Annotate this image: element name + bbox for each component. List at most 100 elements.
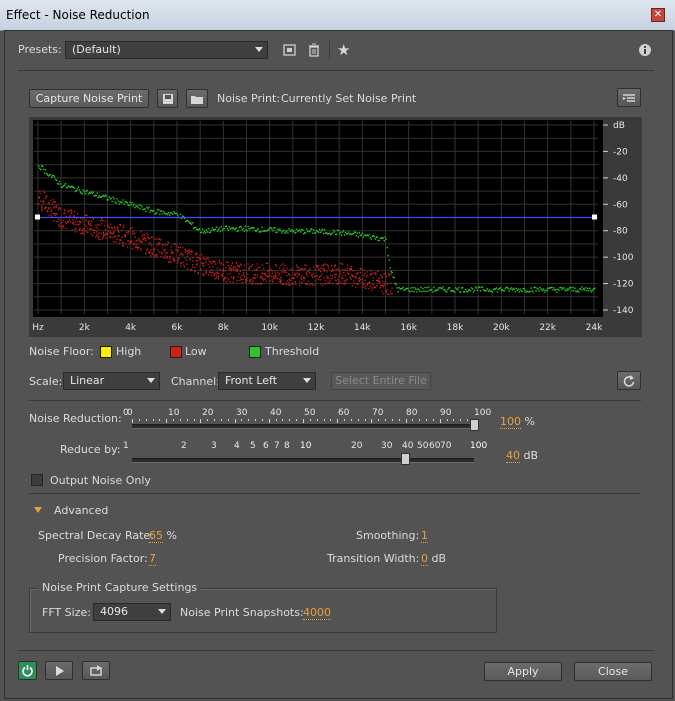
low-point (107, 225, 110, 227)
tick-mark (323, 419, 325, 421)
low-point (207, 257, 209, 259)
play-icon[interactable] (45, 661, 73, 680)
threshold-point (456, 289, 459, 291)
tick-mark (132, 419, 133, 423)
low-point (149, 238, 151, 240)
spectral-decay-value[interactable]: 65 (149, 529, 163, 543)
save-preset-icon[interactable] (282, 42, 298, 58)
threshold-point (358, 232, 361, 234)
threshold-point (44, 169, 47, 171)
noise-reduction-tick: 100 (474, 408, 492, 418)
threshold-point (63, 184, 66, 186)
threshold-point (38, 167, 41, 169)
reduce-by-unit: dB (523, 449, 539, 462)
noise-reduction-track[interactable] (132, 424, 474, 429)
low-point (106, 232, 108, 234)
presets-dropdown[interactable]: (Default) (65, 41, 268, 59)
threshold-point (42, 168, 45, 171)
low-point (389, 274, 391, 276)
spectral-decay-group[interactable]: 65 % (149, 529, 177, 543)
threshold-point (130, 204, 132, 206)
threshold-point (461, 286, 464, 289)
window-close-button[interactable]: ✕ (651, 8, 665, 22)
favorite-star-icon[interactable]: ★ (337, 41, 355, 59)
fft-size-value: 4096 (100, 605, 128, 618)
capture-noise-print-button[interactable]: Capture Noise Print (29, 89, 149, 108)
noise-reduction-value[interactable]: 100 (500, 415, 521, 429)
low-point (240, 264, 243, 266)
fft-size-dropdown[interactable]: 4096 (93, 603, 171, 621)
reduce-by-thumb[interactable] (401, 453, 410, 465)
low-point (47, 208, 50, 210)
low-point (135, 244, 137, 246)
graph-menu-icon[interactable] (617, 88, 641, 107)
info-icon[interactable] (638, 43, 652, 57)
reduce-by-tick: 50 (417, 441, 429, 451)
low-point (46, 196, 48, 198)
advanced-expand-icon[interactable] (34, 507, 42, 513)
snapshots-group[interactable]: 4000 (303, 606, 331, 620)
low-point (341, 275, 343, 277)
low-point (39, 200, 42, 202)
low-point (295, 283, 297, 285)
low-point (282, 283, 284, 286)
power-icon[interactable] (18, 661, 37, 680)
low-point (86, 227, 89, 230)
threshold-point (590, 289, 592, 292)
smoothing-value[interactable]: 1 (421, 529, 428, 543)
transition-width-group[interactable]: 0 dB (421, 552, 446, 566)
threshold-point (128, 204, 130, 206)
transition-width-value[interactable]: 0 (421, 552, 428, 566)
save-noise-print-icon[interactable] (157, 89, 178, 108)
y-tick-label: -140 (613, 306, 634, 316)
threshold-point (464, 288, 467, 291)
close-button[interactable]: Close (574, 662, 652, 681)
threshold-point (78, 189, 81, 191)
threshold-point (584, 289, 586, 291)
reduce-by-value[interactable]: 40 (506, 449, 520, 463)
threshold-point (57, 183, 60, 185)
reduce-by-value-group[interactable]: 40 dB (506, 449, 539, 463)
low-point (296, 269, 299, 271)
open-folder-icon[interactable] (186, 89, 208, 108)
snapshots-value[interactable]: 4000 (303, 606, 331, 620)
precision-factor-group[interactable]: 7 (149, 552, 156, 566)
threshold-point (442, 286, 444, 288)
threshold-point (511, 289, 513, 291)
threshold-point (487, 290, 490, 293)
low-point (95, 234, 98, 236)
noise-reduction-thumb[interactable] (470, 419, 479, 431)
threshold-point (218, 227, 221, 229)
noise-profile-graph[interactable]: dB -20 -40 -60 -80 -100 -120 -140 Hz 2k 4k 6k 8k 10k… (29, 117, 642, 337)
low-point (297, 266, 300, 268)
threshold-point (355, 234, 358, 237)
loop-icon[interactable] (82, 661, 110, 680)
threshold-point (362, 236, 365, 238)
output-noise-only-checkbox[interactable] (31, 474, 43, 486)
threshold-point (295, 231, 297, 234)
low-point (281, 271, 283, 273)
low-point (327, 276, 329, 278)
smoothing-group[interactable]: 1 (421, 529, 428, 543)
select-entire-file-button[interactable]: Select Entire File (331, 372, 431, 390)
reduce-by-track[interactable] (132, 458, 474, 463)
noise-reduction-value-group[interactable]: 100 % (500, 415, 535, 429)
low-point (305, 264, 307, 267)
delete-preset-icon[interactable] (306, 42, 322, 58)
low-point (216, 277, 218, 279)
precision-factor-value[interactable]: 7 (149, 552, 156, 566)
advanced-toggle[interactable]: Advanced (54, 504, 108, 517)
x-tick-label: 14k (354, 323, 371, 333)
channel-dropdown[interactable]: Front Left (218, 372, 316, 390)
low-point (95, 224, 97, 226)
low-point (129, 240, 131, 243)
low-point (265, 275, 267, 277)
reset-icon[interactable] (617, 371, 641, 390)
threshold-point (274, 227, 276, 229)
low-point (353, 280, 355, 282)
scale-dropdown[interactable]: Linear (63, 372, 160, 390)
low-point (264, 278, 266, 280)
low-point (370, 270, 372, 272)
low-point (387, 283, 389, 285)
apply-button[interactable]: Apply (484, 662, 562, 681)
